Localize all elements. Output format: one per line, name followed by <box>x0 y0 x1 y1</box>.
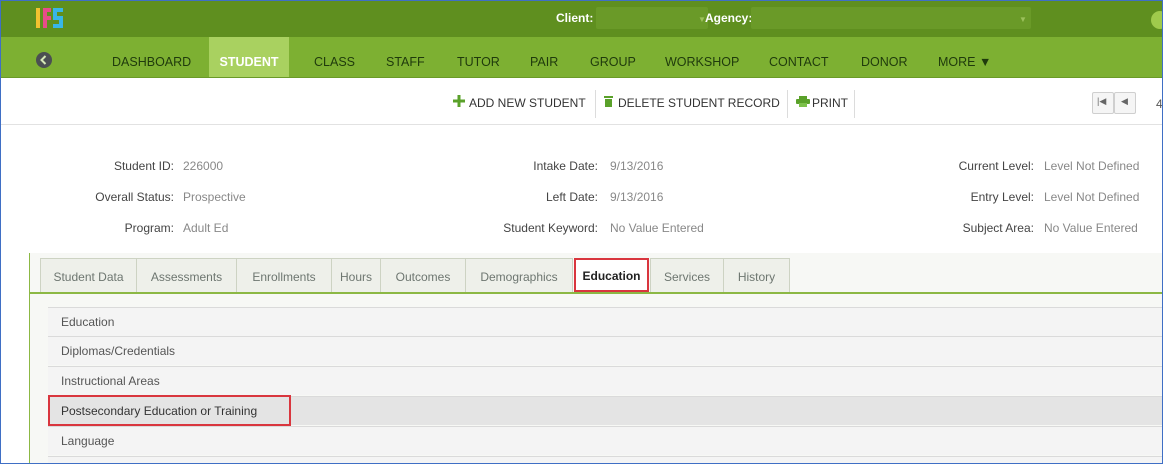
toolbar-divider <box>787 90 788 118</box>
left-date-label: Left Date: <box>545 190 598 204</box>
entry-level-label: Entry Level: <box>970 190 1034 204</box>
program-value: Adult Ed <box>183 221 229 235</box>
print-button[interactable]: PRINT <box>812 96 848 110</box>
agency-select[interactable] <box>751 7 1031 29</box>
subject-area-label: Subject Area: <box>962 221 1034 235</box>
student-id-label: Student ID: <box>113 159 174 173</box>
first-page-icon: |◀ <box>1097 96 1107 106</box>
left-date-value: 9/13/2016 <box>610 190 664 204</box>
nav-more[interactable]: MORE ▼ <box>938 37 991 77</box>
nav-workshop[interactable]: WORKSHOP <box>665 37 739 77</box>
student-id-value: 226000 <box>183 159 224 173</box>
agency-label: Agency: <box>705 11 753 25</box>
tab-student-data[interactable]: Student Data <box>40 258 137 292</box>
add-new-student-button[interactable]: ADD NEW STUDENT <box>469 96 586 110</box>
printer-icon <box>796 96 810 107</box>
nav-tutor[interactable]: TUTOR <box>457 37 500 77</box>
selection-highlight <box>48 395 291 426</box>
delete-student-record-button[interactable]: DELETE STUDENT RECORD <box>618 96 780 110</box>
current-level-value: Level Not Defined <box>1044 159 1140 173</box>
tab-services[interactable]: Services <box>650 258 724 292</box>
intake-date-value: 9/13/2016 <box>610 159 664 173</box>
intake-date-label: Intake Date: <box>533 159 598 173</box>
list-item-language[interactable]: Language <box>48 426 1162 455</box>
list-item[interactable] <box>48 456 1162 463</box>
nav-staff[interactable]: STAFF <box>386 37 425 77</box>
list-item-diplomas-credentials[interactable]: Diplomas/Credentials <box>48 336 1162 365</box>
pager-prev-button[interactable]: ◀ <box>1114 92 1136 114</box>
overall-status-label: Overall Status: <box>95 190 174 204</box>
tab-demographics[interactable]: Demographics <box>465 258 573 292</box>
overall-status-value: Prospective <box>183 190 246 204</box>
nav-donor[interactable]: DONOR <box>861 37 908 77</box>
current-level-label: Current Level: <box>958 159 1034 173</box>
tab-education[interactable]: Education <box>574 258 649 292</box>
tab-hours[interactable]: Hours <box>331 258 381 292</box>
list-item-instructional-areas[interactable]: Instructional Areas <box>48 366 1162 395</box>
toolbar-divider <box>854 90 855 118</box>
agency-chevron-icon: ▼ <box>1019 15 1027 24</box>
nav-group[interactable]: GROUP <box>590 37 636 77</box>
back-arrow-icon[interactable] <box>36 52 52 68</box>
client-label: Client: <box>556 11 594 25</box>
nav-pair[interactable]: PAIR <box>530 37 558 77</box>
nav-class[interactable]: CLASS <box>314 37 355 77</box>
plus-icon <box>453 95 465 107</box>
prev-page-icon: ◀ <box>1121 96 1128 106</box>
help-icon[interactable] <box>1151 11 1162 29</box>
list-item-education[interactable]: Education <box>48 307 1162 336</box>
nav-dashboard[interactable]: DASHBOARD <box>112 37 191 77</box>
tab-assessments[interactable]: Assessments <box>136 258 237 292</box>
entry-level-value: Level Not Defined <box>1044 190 1140 204</box>
subject-area-value: No Value Entered <box>1044 221 1138 235</box>
program-label: Program: <box>124 221 174 235</box>
pager-number: 4 <box>1156 97 1163 111</box>
pager-first-button[interactable]: |◀ <box>1092 92 1114 114</box>
trash-icon <box>604 96 613 107</box>
client-select[interactable] <box>596 7 708 29</box>
tab-underline <box>29 292 1162 294</box>
nav-contact[interactable]: CONTACT <box>769 37 829 77</box>
toolbar-divider <box>595 90 596 118</box>
app-window: Client: ▼ Agency: ▼ DASHBOARD STUDENT CL… <box>0 0 1163 464</box>
tab-enrollments[interactable]: Enrollments <box>236 258 332 292</box>
tab-outcomes[interactable]: Outcomes <box>380 258 466 292</box>
app-logo-icon <box>36 8 63 28</box>
student-keyword-label: Student Keyword: <box>503 221 598 235</box>
tab-history[interactable]: History <box>723 258 790 292</box>
student-keyword-value: No Value Entered <box>610 221 704 235</box>
nav-student[interactable]: STUDENT <box>209 37 289 77</box>
